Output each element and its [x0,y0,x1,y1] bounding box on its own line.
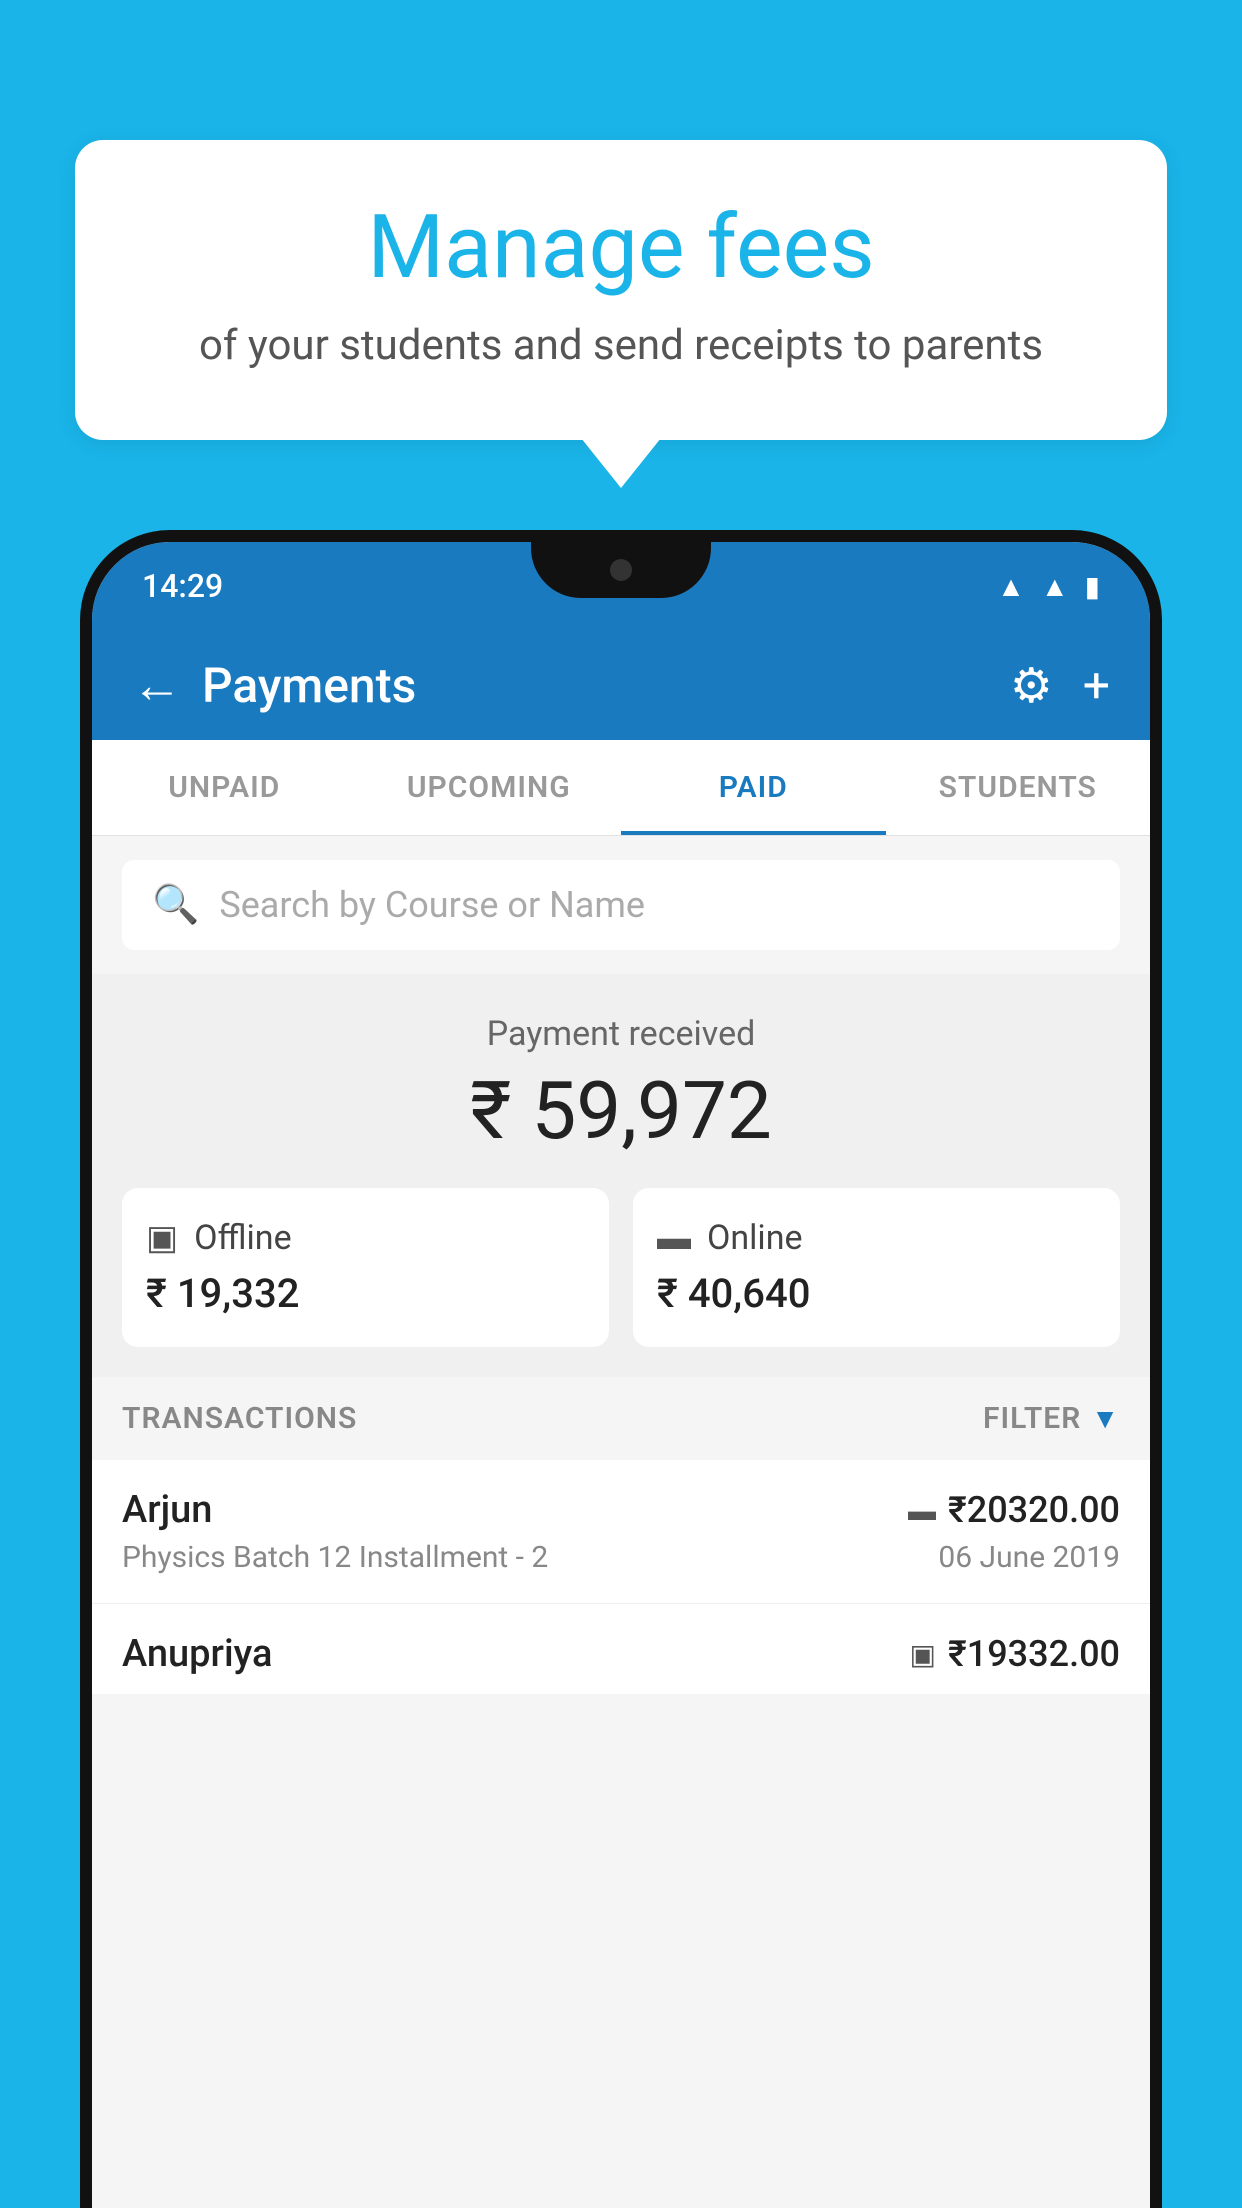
search-icon: 🔍 [152,883,199,927]
transaction-amount-wrap-2: ▣ ₹19332.00 [910,1633,1121,1675]
wifi-icon: ▲ [997,570,1025,603]
payment-cards: ▣ Offline ₹ 19,332 ▬ Online ₹ 40,640 [122,1188,1120,1347]
page-title: Payments [202,657,1010,714]
offline-amount: ₹ 19,332 [146,1270,585,1317]
transactions-label: TRANSACTIONS [122,1401,357,1436]
top-bar: ← Payments ⚙ + [92,630,1150,740]
offline-icon: ▣ [146,1218,178,1258]
transaction-course: Physics Batch 12 Installment - 2 [122,1540,548,1575]
transaction-name-2: Anupriya [122,1632,272,1676]
online-icon: ▬ [657,1218,691,1258]
transaction-bottom: Physics Batch 12 Installment - 2 06 June… [122,1540,1120,1575]
filter-icon: ▼ [1091,1402,1120,1435]
tab-unpaid[interactable]: UNPAID [92,740,357,835]
speech-bubble-subtitle: of your students and send receipts to pa… [125,321,1117,370]
tabs-row: UNPAID UPCOMING PAID STUDENTS [92,740,1150,836]
transaction-row[interactable]: Arjun ▬ ₹20320.00 Physics Batch 12 Insta… [92,1460,1150,1604]
tab-paid[interactable]: PAID [621,740,886,835]
transaction-type-icon-2: ▣ [910,1638,936,1671]
status-bar: 14:29 ▲ ▲ ▮ [92,542,1150,630]
filter-button[interactable]: FILTER ▼ [983,1401,1120,1436]
phone-frame: 14:29 ▲ ▲ ▮ ← Payments ⚙ + UNPAID [80,530,1162,2208]
notch-cutout [531,542,711,598]
add-button[interactable]: + [1083,657,1110,714]
search-section: 🔍 Search by Course or Name [92,836,1150,974]
status-icons: ▲ ▲ ▮ [997,570,1100,603]
payment-received-label: Payment received [122,1014,1120,1054]
transaction-amount: ₹20320.00 [948,1489,1120,1531]
search-placeholder: Search by Course or Name [219,884,645,926]
payment-summary: Payment received ₹ 59,972 ▣ Offline ₹ 19… [92,974,1150,1377]
status-time: 14:29 [142,567,223,605]
search-box[interactable]: 🔍 Search by Course or Name [122,860,1120,950]
online-card: ▬ Online ₹ 40,640 [633,1188,1120,1347]
online-amount: ₹ 40,640 [657,1270,1096,1317]
offline-card-header: ▣ Offline [146,1218,585,1258]
transaction-top-2: Anupriya ▣ ₹19332.00 [122,1632,1120,1676]
transaction-amount-wrap: ▬ ₹20320.00 [908,1489,1120,1531]
transaction-amount-2: ₹19332.00 [948,1633,1120,1675]
transaction-type-icon: ▬ [908,1494,936,1527]
top-bar-icons: ⚙ + [1010,657,1110,714]
signal-icon: ▲ [1041,570,1069,603]
tab-students[interactable]: STUDENTS [886,740,1151,835]
tab-upcoming[interactable]: UPCOMING [357,740,622,835]
transaction-row-partial[interactable]: Anupriya ▣ ₹19332.00 [92,1604,1150,1694]
camera-dot [610,559,632,581]
phone-inner: 14:29 ▲ ▲ ▮ ← Payments ⚙ + UNPAID [92,542,1150,2208]
transaction-top: Arjun ▬ ₹20320.00 [122,1488,1120,1532]
speech-bubble: Manage fees of your students and send re… [75,140,1167,440]
transactions-header: TRANSACTIONS FILTER ▼ [92,1377,1150,1460]
payment-total-amount: ₹ 59,972 [122,1064,1120,1158]
speech-bubble-title: Manage fees [125,200,1117,297]
transaction-date: 06 June 2019 [938,1540,1120,1575]
online-label: Online [707,1218,803,1258]
filter-label: FILTER [983,1401,1081,1436]
offline-card: ▣ Offline ₹ 19,332 [122,1188,609,1347]
online-card-header: ▬ Online [657,1218,1096,1258]
settings-button[interactable]: ⚙ [1010,657,1053,714]
transaction-name: Arjun [122,1488,212,1532]
back-button[interactable]: ← [132,656,182,715]
battery-icon: ▮ [1085,570,1100,603]
offline-label: Offline [194,1218,291,1258]
